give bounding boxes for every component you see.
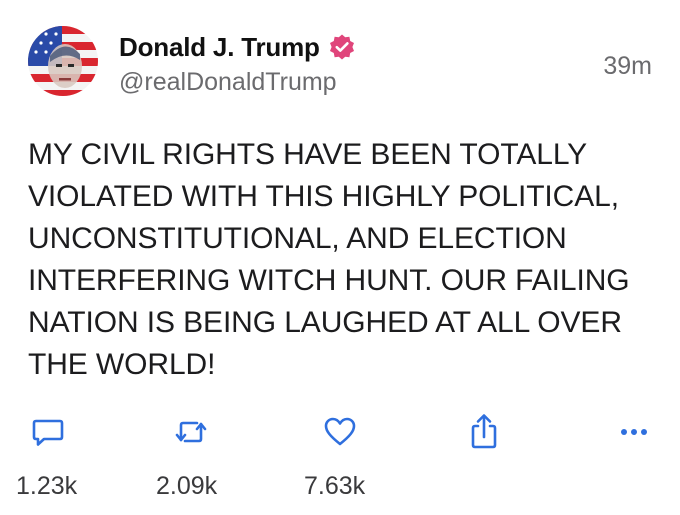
author-handle[interactable]: @realDonaldTrump <box>119 68 337 97</box>
like-button[interactable] <box>322 414 358 450</box>
avatar-image <box>28 26 98 96</box>
post-timestamp[interactable]: 39m <box>603 52 652 81</box>
reply-icon <box>32 419 64 446</box>
author-display-name[interactable]: Donald J. Trump <box>119 32 320 63</box>
reply-count: 1.23k <box>16 472 78 500</box>
heart-icon <box>324 417 356 446</box>
repost-count: 2.09k <box>156 472 218 500</box>
share-button[interactable] <box>466 412 502 449</box>
author-name-row: Donald J. Trump <box>119 30 356 64</box>
post-card: Donald J. Trump @realDonaldTrump 39m MY … <box>0 0 680 515</box>
share-icon <box>471 414 497 449</box>
more-icon <box>621 429 647 435</box>
reply-button[interactable] <box>30 414 66 450</box>
like-count: 7.63k <box>304 472 366 500</box>
avatar[interactable] <box>28 26 98 96</box>
verified-badge-icon <box>328 33 356 61</box>
post-text: MY CIVIL RIGHTS HAVE BEEN TOTALLY VIOLAT… <box>28 138 630 381</box>
repost-icon <box>175 421 207 443</box>
repost-button[interactable] <box>173 414 209 450</box>
more-options-button[interactable] <box>616 414 652 450</box>
